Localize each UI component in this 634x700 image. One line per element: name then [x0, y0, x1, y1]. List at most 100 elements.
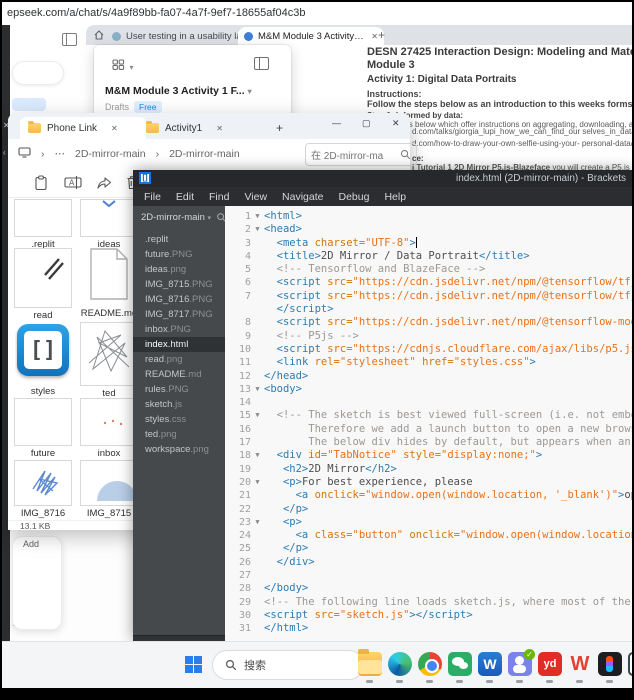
taskbar-search[interactable]: 搜索 — [212, 650, 364, 680]
file-item-future[interactable]: future — [14, 398, 72, 459]
code-line-26[interactable]: 26 </div> — [225, 556, 632, 569]
code-line-11[interactable]: 11 <link rel="stylesheet" href="styles.c… — [225, 356, 632, 369]
menu-item-file[interactable]: File — [144, 191, 161, 203]
code-line-25[interactable]: 25 </p> — [225, 542, 632, 555]
figma-doc-title[interactable]: M&M Module 3 Activity 1 F... ▾ — [105, 85, 252, 97]
code-line-6[interactable]: 6 <script src="https://cdn.jsdelivr.net/… — [225, 276, 632, 289]
code-line-1[interactable]: 1 ▼ <html> — [225, 210, 632, 223]
code-line-21[interactable]: 21 <a onclick="window.open(window.locati… — [225, 489, 632, 502]
code-line-20[interactable]: 20 ▼ <p>For best experience, please — [225, 476, 632, 489]
breadcrumb-item[interactable]: 2D-mirror-main — [75, 148, 146, 160]
paste-icon[interactable] — [34, 175, 48, 196]
file-item-ideas[interactable]: ideas — [80, 199, 138, 250]
file-item-ted[interactable]: ted — [80, 322, 138, 399]
start-button[interactable] — [185, 656, 202, 673]
code-line-13[interactable]: 13 ▼ <body> — [225, 383, 632, 396]
layout-panel-icon[interactable] — [254, 57, 269, 70]
taskbar-word-icon[interactable]: W — [478, 652, 502, 676]
taskbar-chrome-icon[interactable] — [418, 652, 442, 676]
window-minimize-button[interactable]: — — [332, 118, 341, 128]
sidebar-file-ted.png[interactable]: ted.png — [133, 427, 225, 442]
sidebar-file-future.png[interactable]: future.PNG — [133, 247, 225, 262]
code-line-2[interactable]: 2 ▼ <head> — [225, 223, 632, 236]
sidebar-file-sketch.js[interactable]: sketch.js — [133, 397, 225, 412]
fold-icon[interactable]: ▼ — [251, 210, 264, 223]
menu-item-view[interactable]: View — [244, 191, 267, 203]
doc-link[interactable]: d.com/how-to-draw-your-own-selfie-using-… — [412, 139, 632, 148]
rename-icon[interactable]: A — [64, 175, 82, 195]
pc-icon[interactable] — [18, 147, 31, 161]
fold-icon[interactable]: ▼ — [251, 383, 264, 396]
file-item-read[interactable]: read — [14, 248, 72, 321]
menu-item-help[interactable]: Help — [384, 191, 406, 203]
deepseek-search-pill[interactable] — [12, 61, 64, 85]
code-line-29[interactable]: 29 <!-- The following line loads sketch.j… — [225, 596, 632, 609]
sidebar-file-styles.css[interactable]: styles.css — [133, 412, 225, 427]
code-line-5[interactable]: 5 <!-- Tensorflow and BlazeFace --> — [225, 263, 632, 276]
project-dropdown[interactable]: 2D-mirror-main ▾ — [133, 208, 225, 228]
code-line-31[interactable]: 31 </html> — [225, 622, 632, 635]
add-button[interactable]: Add — [23, 539, 39, 549]
code-line-28[interactable]: 28 </body> — [225, 582, 632, 595]
taskbar-teams-icon[interactable]: ✓ — [508, 649, 535, 676]
code-line-27[interactable]: 27 — [225, 569, 632, 582]
code-line-24[interactable]: 24 <a class="button" onclick="window.ope… — [225, 529, 632, 542]
brackets-title-bar[interactable]: [] index.html (2D-mirror-main) - Bracket… — [133, 170, 632, 187]
code-line-22[interactable]: 22 </p> — [225, 503, 632, 516]
fold-icon[interactable]: ▼ — [251, 516, 264, 529]
fold-icon[interactable]: ▼ — [251, 409, 264, 422]
menu-item-navigate[interactable]: Navigate — [282, 191, 323, 203]
sidebar-file-rules.png[interactable]: rules.PNG — [133, 382, 225, 397]
code-line-wrap[interactable]: </script> — [225, 303, 632, 316]
apps-grid-icon[interactable]: ▾ — [112, 57, 133, 75]
menu-item-edit[interactable]: Edit — [176, 191, 194, 203]
tab-close-icon[interactable]: ✕ — [216, 124, 223, 133]
sidebar-file-readme.md[interactable]: README.md — [133, 367, 225, 382]
taskbar-brackets-icon[interactable]: [] — [628, 652, 632, 676]
sidebar-file-inbox.png[interactable]: inbox.PNG — [133, 322, 225, 337]
menu-item-debug[interactable]: Debug — [338, 191, 369, 203]
back-icon[interactable]: ‹ — [3, 148, 6, 157]
share-icon[interactable] — [96, 175, 112, 195]
code-line-12[interactable]: 12 </head> — [225, 370, 632, 383]
sidebar-file-ideas.png[interactable]: ideas.png — [133, 262, 225, 277]
deepseek-chip[interactable] — [12, 98, 46, 111]
url-text[interactable]: epseek.com/a/chat/s/4a9f89bb-fa07-4a7f-9… — [7, 7, 305, 19]
code-line-17[interactable]: 17 The below div hides by default, but a… — [225, 436, 632, 449]
browser-address-bar[interactable]: epseek.com/a/chat/s/4a9f89bb-fa07-4a7f-9… — [2, 2, 632, 26]
code-line-4[interactable]: 4 <title>2D Mirror / Data Portrait</titl… — [225, 250, 632, 263]
code-editor[interactable]: 1 ▼ <html> 2 ▼ <head> 3 <meta charset="UTF-8">… — [225, 206, 632, 645]
code-line-30[interactable]: 30 <script src="sketch.js"></script> — [225, 609, 632, 622]
code-line-19[interactable]: 19 <h2>2D Mirror</h2> — [225, 463, 632, 476]
taskbar-wechat-icon[interactable] — [448, 652, 472, 676]
fold-icon[interactable]: ▼ — [251, 449, 264, 462]
code-line-10[interactable]: 10 <script src="https://cdnjs.cloudflare… — [225, 343, 632, 356]
code-line-8[interactable]: 8 <script src="https://cdn.jsdelivr.net/… — [225, 316, 632, 329]
taskbar-file-explorer-icon[interactable] — [358, 649, 382, 676]
sidebar-file-read.png[interactable]: read.png — [133, 352, 225, 367]
taskbar-edge-icon[interactable] — [388, 652, 412, 676]
code-line-15[interactable]: 15 ▼ <!-- The sketch is best viewed full-… — [225, 409, 632, 422]
new-tab-button[interactable]: + — [276, 121, 283, 135]
breadcrumb-item[interactable]: 2D-mirror-main — [169, 148, 240, 160]
explorer-tab-activity1[interactable]: Activity1 ✕ — [138, 117, 264, 139]
taskbar-youdao-icon[interactable]: yd — [538, 652, 562, 676]
file-item-readme.md[interactable]: README.md — [80, 248, 138, 319]
sidebar-file-img_8715.png[interactable]: IMG_8715.PNG — [133, 277, 225, 292]
sidebar-file-img_8717.png[interactable]: IMG_8717.PNG — [133, 307, 225, 322]
taskbar-wps-icon[interactable]: W — [568, 652, 592, 676]
fold-icon[interactable]: ▼ — [251, 476, 264, 489]
code-line-14[interactable]: 14 — [225, 396, 632, 409]
doc-link[interactable]: d.com/talks/giorgia_lupi_how_we_can_find… — [412, 127, 632, 136]
code-line-23[interactable]: 23 ▼ <p> — [225, 516, 632, 529]
sidebar-toggle-icon[interactable] — [62, 33, 77, 46]
file-item-img_8716[interactable]: IMG_8716 — [14, 460, 72, 519]
file-item-styles[interactable]: [] styles — [14, 322, 72, 397]
sidebar-file-index.html[interactable]: index.html — [133, 337, 225, 352]
code-line-9[interactable]: 9 <!-- P5js --> — [225, 330, 632, 343]
menu-item-find[interactable]: Find — [209, 191, 229, 203]
tab-close-icon[interactable]: ✕ — [371, 32, 378, 41]
code-line-7[interactable]: 7 <script src="https://cdn.jsdelivr.net/… — [225, 290, 632, 303]
explorer-search-input[interactable]: 在 2D-mirror-ma — [305, 143, 417, 166]
code-line-16[interactable]: 16 Therefore we add a launch button to o… — [225, 423, 632, 436]
